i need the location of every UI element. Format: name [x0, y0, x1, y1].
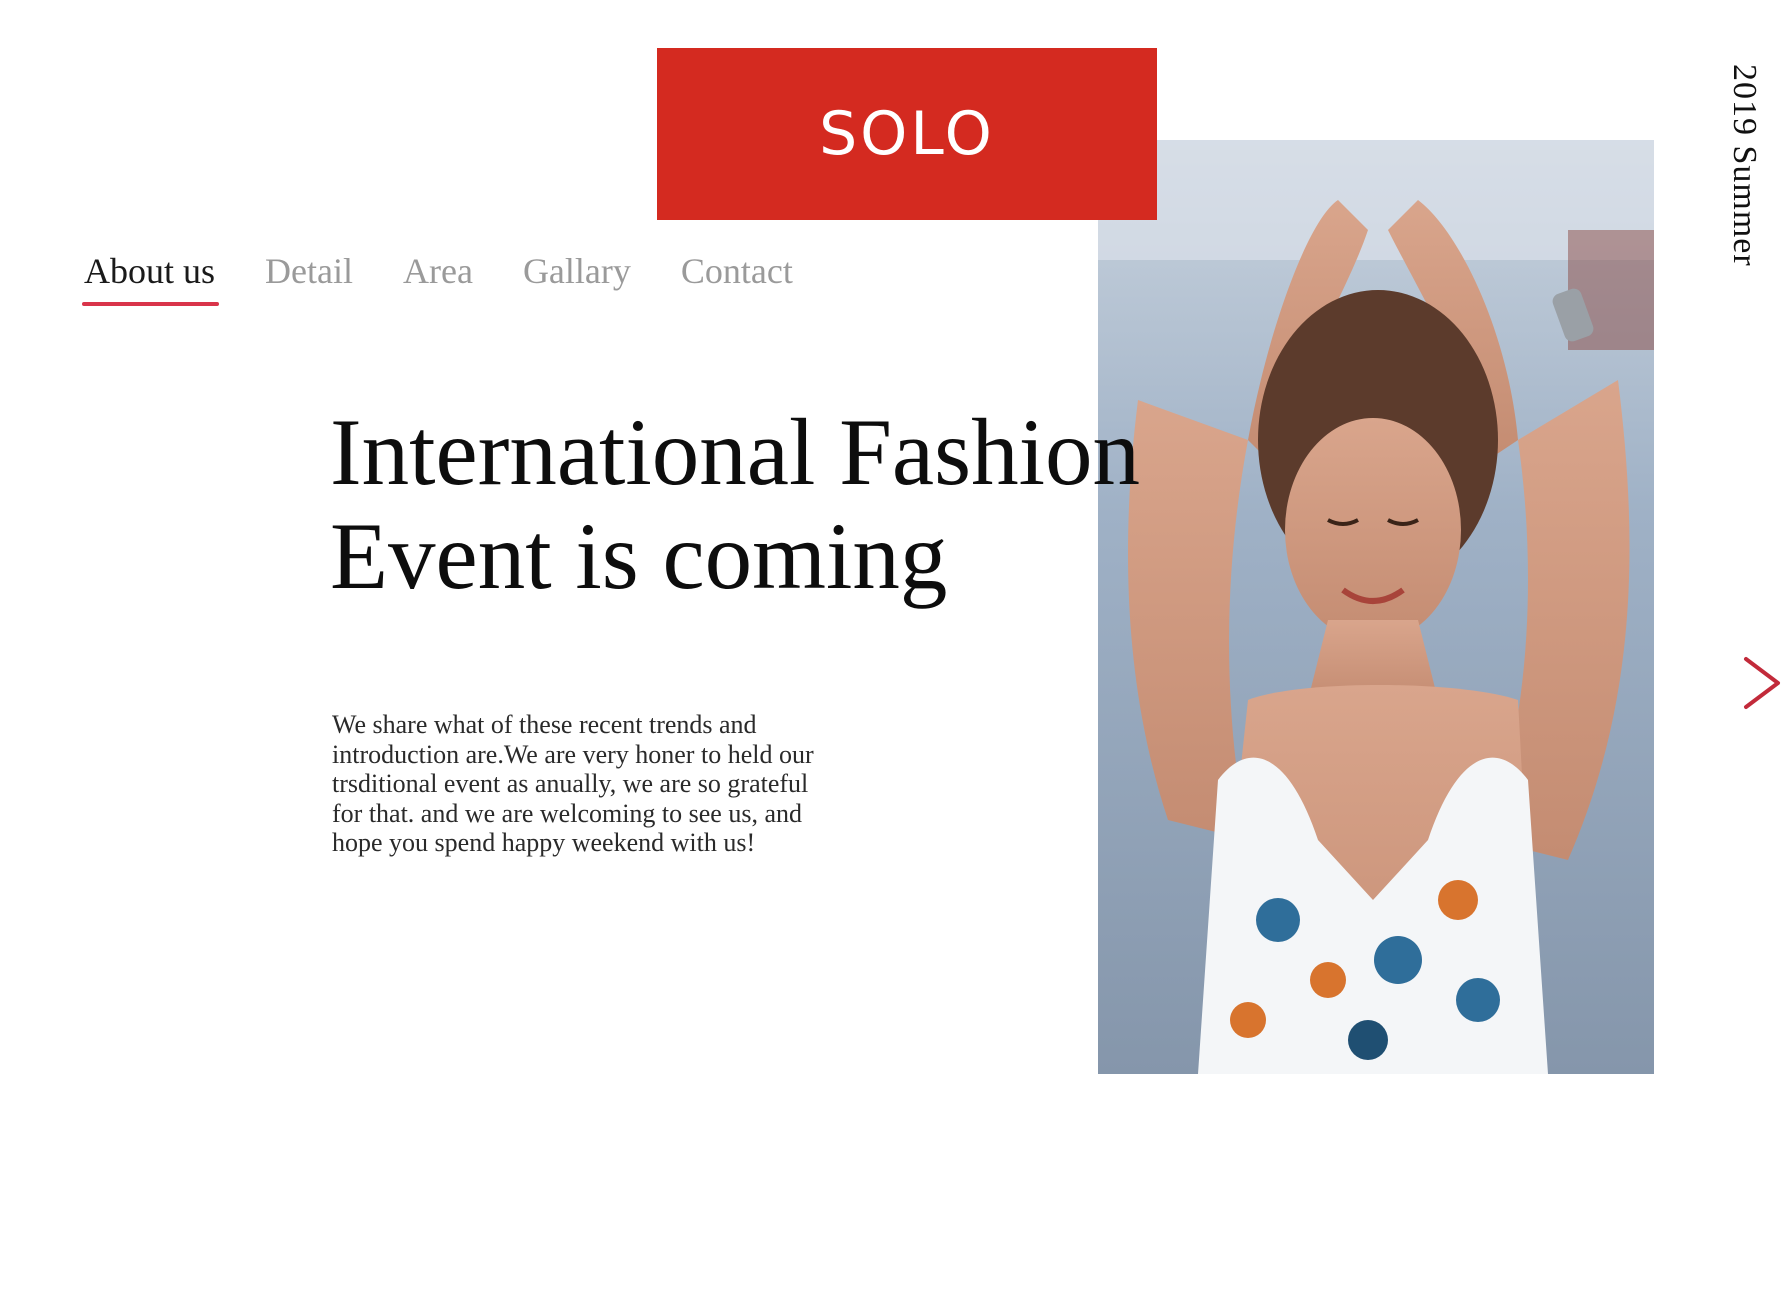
hero-description: We share what of these recent trends and… [332, 710, 814, 857]
nav-item-contact[interactable]: Contact [681, 250, 793, 306]
season-label: 2019 Summer [1726, 64, 1763, 267]
next-slide-button[interactable] [1740, 655, 1784, 711]
hero-headline: International Fashion Event is coming [330, 400, 1140, 608]
nav-item-area[interactable]: Area [403, 250, 473, 306]
hero-photo-illustration [1098, 140, 1654, 1074]
hero-photo [1098, 140, 1654, 1074]
nav-item-detail[interactable]: Detail [265, 250, 353, 306]
nav-item-about-us[interactable]: About us [81, 250, 220, 306]
brand-logo-text: SOLO [819, 99, 995, 169]
main-nav: About us Detail Area Gallary Contact [81, 250, 843, 306]
hero-headline-line2: Event is coming [330, 503, 948, 609]
nav-item-gallary[interactable]: Gallary [523, 250, 631, 306]
hero-headline-line1: International Fashion [330, 399, 1140, 505]
chevron-right-icon [1744, 657, 1780, 709]
brand-logo[interactable]: SOLO [657, 48, 1157, 220]
